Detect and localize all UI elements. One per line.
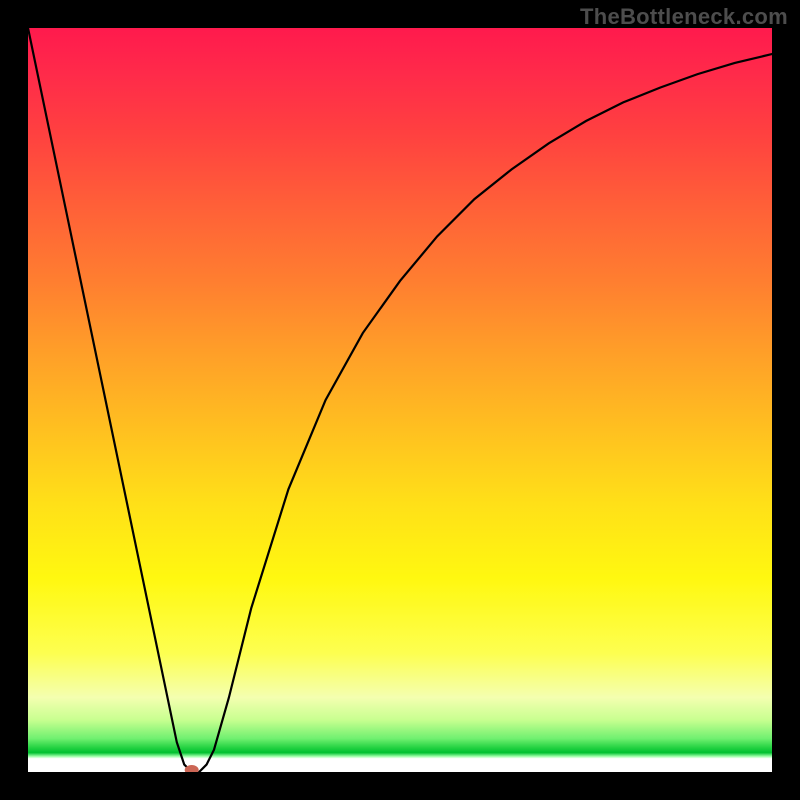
watermark-text: TheBottleneck.com (580, 4, 788, 30)
outer-frame: TheBottleneck.com (0, 0, 800, 800)
bottleneck-curve-path (28, 28, 772, 772)
plot-area (28, 28, 772, 772)
curve-svg (28, 28, 772, 772)
